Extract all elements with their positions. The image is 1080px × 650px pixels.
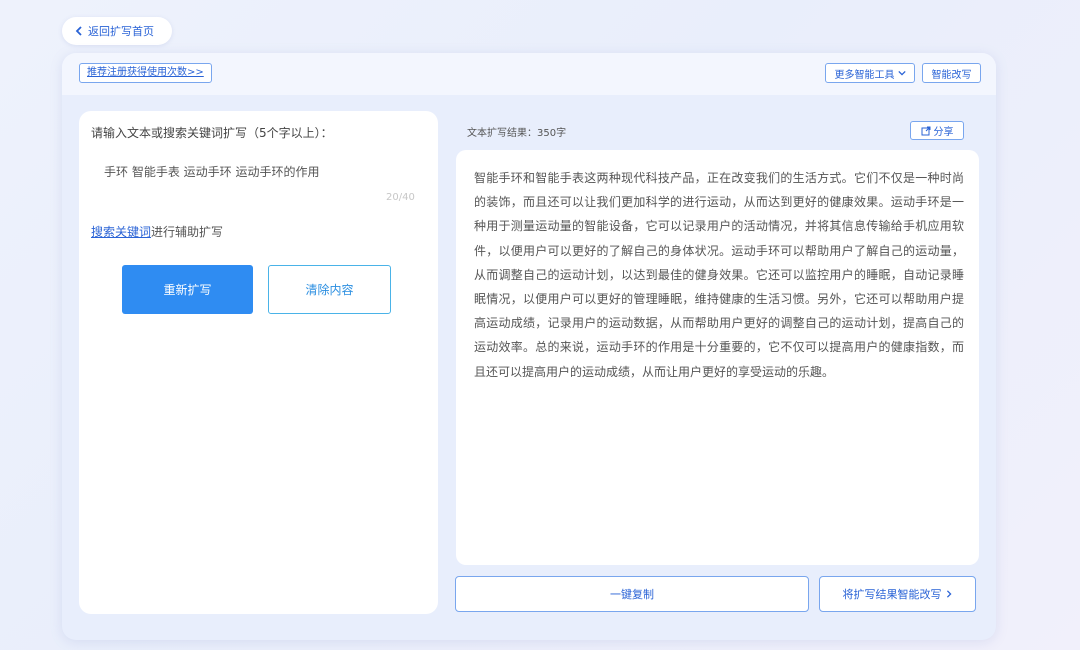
share-label: 分享 — [933, 127, 954, 138]
more-tools-dropdown[interactable]: 更多智能工具 — [825, 63, 915, 83]
result-label: 文本扩写结果：350字 — [467, 128, 567, 139]
register-link[interactable]: 推荐注册获得使用次数>> — [79, 63, 212, 83]
share-button[interactable]: 分享 — [910, 121, 964, 140]
result-text: 智能手环和智能手表这两种现代科技产品，正在改变我们的生活方式。它们不仅是一种时尚… — [474, 171, 964, 379]
input-prompt: 请输入文本或搜索关键词扩写（5个字以上）： — [91, 126, 333, 140]
search-keyword-link[interactable]: 搜索关键词 — [91, 225, 151, 239]
rewrite-button[interactable]: 重新扩写 — [122, 265, 253, 314]
smart-rewrite-button[interactable]: 智能改写 — [922, 63, 981, 83]
copy-button[interactable]: 一键复制 — [455, 576, 809, 612]
input-card — [79, 111, 438, 614]
share-icon — [921, 126, 930, 135]
chevron-down-icon — [897, 70, 906, 76]
rewrite-result-button[interactable]: 将扩写结果智能改写 — [819, 576, 976, 612]
chevron-right-icon — [946, 590, 952, 598]
keyword-input[interactable]: 手环 智能手表 运动手环 运动手环的作用 — [104, 163, 319, 180]
search-helper-text: 进行辅助扩写 — [151, 225, 224, 239]
rewrite-result-label: 将扩写结果智能改写 — [842, 588, 942, 601]
char-count: 20/40 — [386, 192, 415, 203]
chevron-left-icon — [75, 26, 82, 36]
back-button[interactable]: 返回扩写首页 — [62, 17, 172, 45]
more-tools-label: 更多智能工具 — [834, 69, 895, 81]
search-helper: 搜索关键词进行辅助扩写 — [91, 223, 223, 240]
back-label: 返回扩写首页 — [88, 25, 154, 38]
clear-button[interactable]: 清除内容 — [268, 265, 391, 314]
